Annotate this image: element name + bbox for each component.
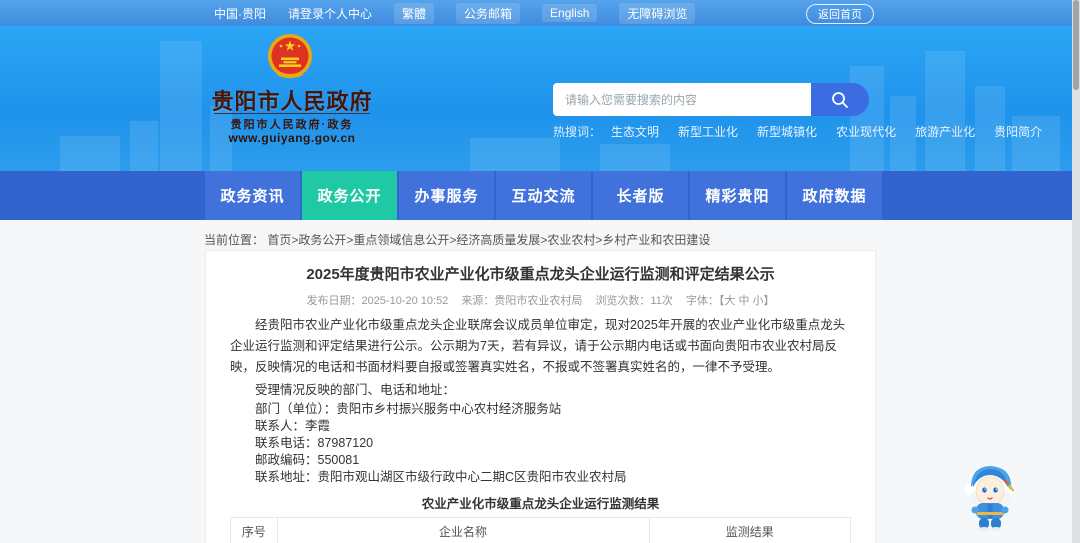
nav-tab-zhengwu-zixun[interactable]: 政务资讯 (205, 171, 300, 220)
hot-search-label: 热搜词： (553, 125, 602, 139)
topbar-link-china-guiyang[interactable]: 中国·贵阳 (214, 5, 266, 22)
meta-font-size-controls[interactable]: 字体：【大 中 小】 (686, 295, 775, 307)
back-to-home-button[interactable]: 返回首页 (806, 4, 874, 24)
breadcrumb: 当前位置： 首页>政务公开>重点领域信息公开>经济高质量发展>农业农村>乡村产业… (204, 231, 710, 248)
top-utility-bar: 中国·贵阳 请登录个人中心 繁體 公务邮箱 English 无障碍浏览 返回首页 (0, 0, 1072, 26)
title-separator (214, 113, 370, 114)
hot-search-row: 热搜词： 生态文明 新型工业化 新型城镇化 农业现代化 旅游产业化 贵阳简介 (553, 123, 1061, 140)
hot-word-5[interactable]: 贵阳简介 (994, 123, 1042, 140)
result-table-title: 农业产业化市级重点龙头企业运行监测结果 (421, 497, 660, 511)
nav-tab-zhangzheban[interactable]: 长者版 (593, 171, 688, 220)
contact-address: 联系地址：贵阳市观山湖区市级行政中心二期C区贵阳市农业农村局 (255, 470, 627, 484)
table-header-row: 序号 企业名称 监测结果 (230, 517, 851, 543)
nav-tab-zhengfu-shuju[interactable]: 政府数据 (787, 171, 882, 220)
contact-department: 部门（单位）：贵阳市乡村振兴服务中心农村经济服务站 (255, 402, 562, 416)
hot-word-3[interactable]: 农业现代化 (836, 123, 896, 140)
breadcrumb-path[interactable]: 首页>政务公开>重点领域信息公开>经济高质量发展>农业农村>乡村产业和农田建设 (267, 233, 710, 247)
nav-tab-hudong-jiaoliu[interactable]: 互动交流 (496, 171, 591, 220)
monitoring-result-table: 序号 企业名称 监测结果 1 贵州合力超市采购有限公司 合格 2 贵州友禾种业有… (230, 517, 851, 543)
topbar-link-official-mail[interactable]: 公务邮箱 (456, 2, 521, 24)
site-banner: 贵阳市人民政府 贵阳市人民政府·政务 www.guiyang.gov.cn 热搜… (0, 26, 1072, 171)
main-navigation: 政务资讯 政务公开 办事服务 互动交流 长者版 精彩贵阳 政府数据 (0, 171, 1072, 220)
cityscape-silhouette (60, 41, 1060, 171)
main-content-area: 当前位置： 首页>政务公开>重点领域信息公开>经济高质量发展>农业农村>乡村产业… (0, 220, 1080, 543)
nav-tab-zhengwu-gongkai[interactable]: 政务公开 (302, 171, 397, 220)
search-bar (553, 83, 869, 116)
hot-word-2[interactable]: 新型城镇化 (757, 123, 817, 140)
topbar-link-english[interactable]: English (542, 4, 598, 22)
breadcrumb-label: 当前位置： (204, 233, 265, 247)
search-input[interactable] (553, 83, 811, 116)
meta-source: 来源：贵阳市农业农村局 (461, 295, 583, 307)
mascot-assistant-icon[interactable] (962, 457, 1020, 531)
contact-person: 联系人：李霞 (255, 419, 331, 433)
topbar-link-accessibility[interactable]: 无障碍浏览 (619, 2, 696, 24)
hot-word-0[interactable]: 生态文明 (611, 123, 659, 140)
search-button[interactable] (811, 83, 869, 116)
article-paragraph-contact-heading: 受理情况反映的部门、电话和地址： (255, 383, 456, 397)
article-card: 2025年度贵阳市农业产业化市级重点龙头企业运行监测和评定结果公示 发布日期：2… (205, 250, 876, 543)
article-paragraph-intro: 经贵阳市农业产业化市级重点龙头企业联席会议成员单位审定，现对2025年开展的农业… (230, 318, 846, 374)
contact-postcode: 邮政编码：550081 (255, 453, 360, 467)
page-scrollbar-thumb[interactable] (1073, 0, 1079, 90)
hot-word-4[interactable]: 旅游产业化 (915, 123, 975, 140)
meta-view-count: 浏览次数：11次 (595, 295, 673, 307)
header-企业名称: 企业名称 (276, 517, 650, 543)
topbar-link-traditional-chinese[interactable]: 繁體 (394, 2, 435, 24)
nav-tab-jingcai-guiyang[interactable]: 精彩贵阳 (690, 171, 785, 220)
search-icon (832, 91, 848, 108)
hot-word-1[interactable]: 新型工业化 (678, 123, 738, 140)
site-url: www.guiyang.gov.cn (228, 131, 356, 145)
page-scrollbar-track[interactable] (1072, 0, 1080, 543)
contact-phone: 联系电话：87987120 (255, 436, 374, 450)
site-subtitle: 贵阳市人民政府·政务 (230, 119, 354, 131)
header-监测结果: 监测结果 (648, 517, 851, 543)
national-emblem-icon (268, 34, 312, 79)
article-meta: 发布日期：2025-10-20 10:52 来源：贵阳市农业农村局 浏览次数：1… (230, 292, 851, 308)
meta-publish-date: 发布日期：2025-10-20 10:52 (306, 295, 449, 307)
header-序号: 序号 (230, 517, 278, 543)
site-title: 贵阳市人民政府 (211, 89, 373, 114)
topbar-link-login-center[interactable]: 请登录个人中心 (288, 5, 372, 22)
article-title: 2025年度贵阳市农业产业化市级重点龙头企业运行监测和评定结果公示 (306, 266, 775, 283)
nav-tab-banshi-fuwu[interactable]: 办事服务 (399, 171, 494, 220)
